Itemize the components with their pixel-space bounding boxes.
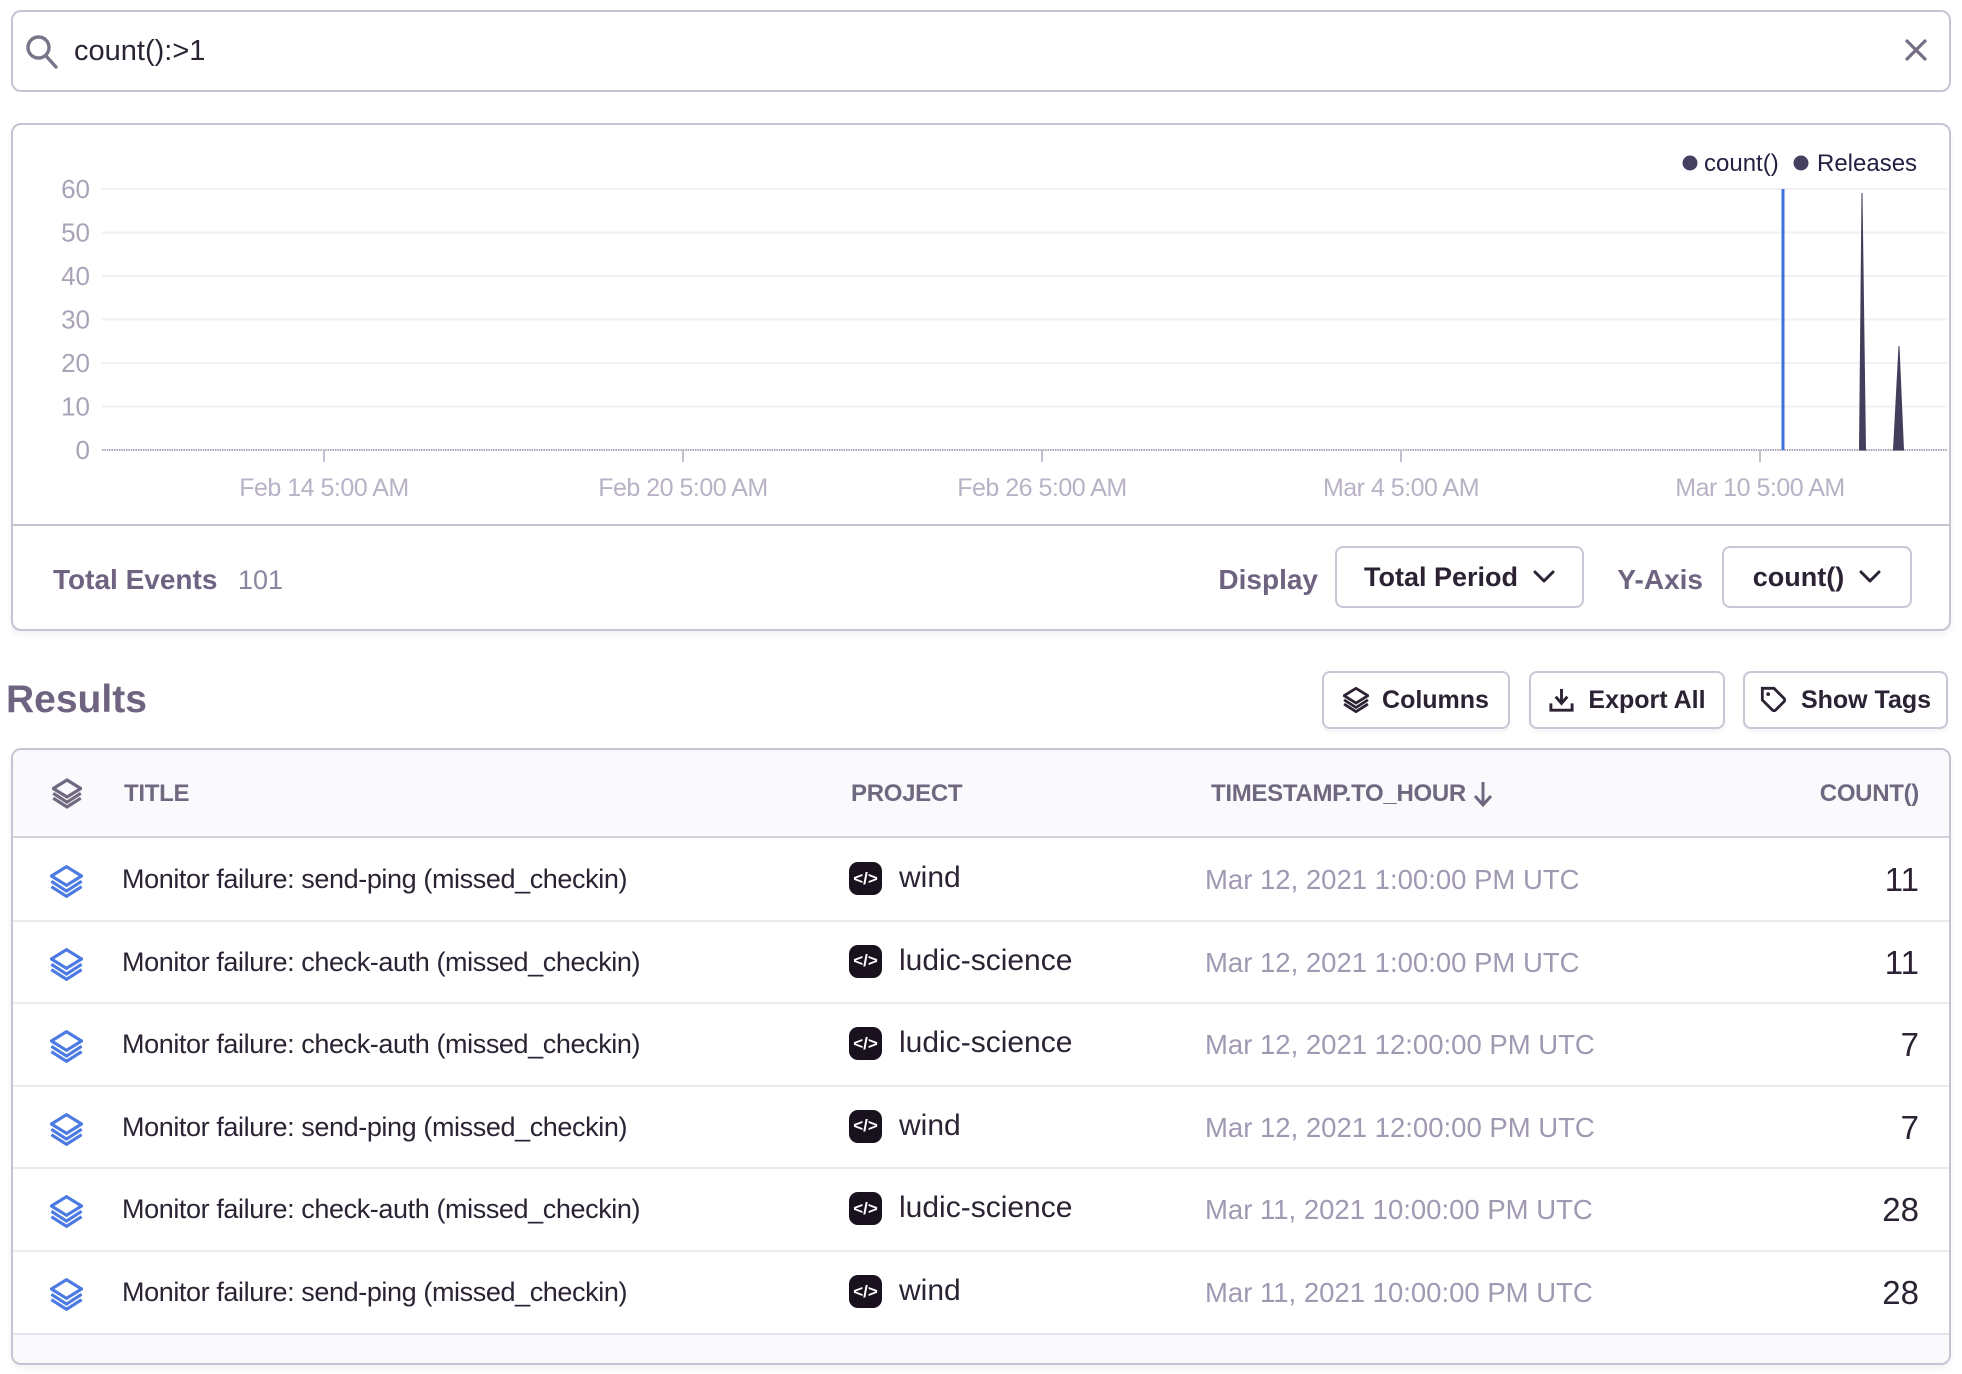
svg-text:10: 10 bbox=[61, 392, 90, 422]
svg-text:20: 20 bbox=[61, 348, 90, 378]
svg-text:Feb 26 5:00 AM: Feb 26 5:00 AM bbox=[957, 474, 1127, 502]
svg-text:Releases: Releases bbox=[1817, 150, 1917, 177]
svg-text:40: 40 bbox=[61, 261, 90, 291]
svg-text:Mar 10 5:00 AM: Mar 10 5:00 AM bbox=[1675, 474, 1844, 502]
svg-text:50: 50 bbox=[61, 218, 90, 248]
svg-text:Feb 14 5:00 AM: Feb 14 5:00 AM bbox=[239, 474, 409, 502]
svg-text:Mar 4 5:00 AM: Mar 4 5:00 AM bbox=[1323, 474, 1479, 502]
svg-text:60: 60 bbox=[61, 174, 90, 204]
svg-text:30: 30 bbox=[61, 305, 90, 335]
svg-text:0: 0 bbox=[76, 435, 90, 465]
svg-text:Feb 20 5:00 AM: Feb 20 5:00 AM bbox=[598, 474, 768, 502]
svg-text:count(): count() bbox=[1704, 150, 1779, 177]
